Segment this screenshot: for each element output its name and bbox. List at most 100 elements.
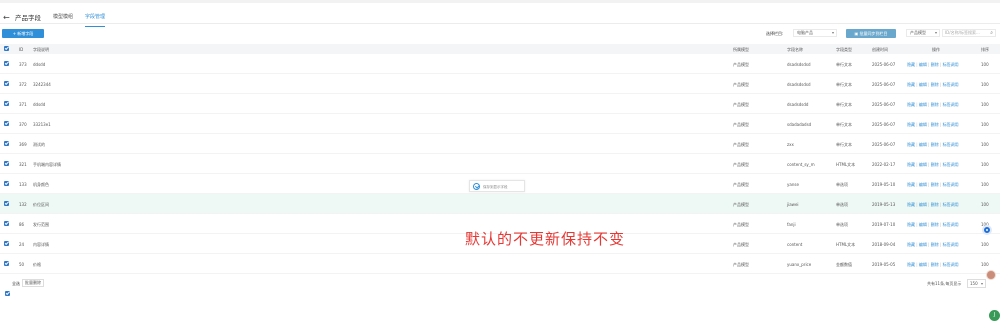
tag-call-link[interactable]: 标签调用 xyxy=(943,122,959,127)
edit-link[interactable]: 编辑 xyxy=(919,62,927,67)
hide-link[interactable]: 隐藏 xyxy=(907,62,915,67)
cell-id: 133 xyxy=(19,182,27,187)
delete-link[interactable]: 删除 xyxy=(931,222,939,227)
delete-link[interactable]: 删除 xyxy=(931,102,939,107)
delete-link[interactable]: 删除 xyxy=(931,262,939,267)
tab-model-group[interactable]: 模型模组 xyxy=(53,10,73,24)
cell-field-name: fanji xyxy=(787,222,796,227)
cell-model: 产品模型 xyxy=(733,262,749,267)
edit-link[interactable]: 编辑 xyxy=(919,122,927,127)
cell-actions: 隐藏 | 编辑 | 删除 | 标签调用 xyxy=(907,162,959,168)
batch-delete-button[interactable]: 批量删除 xyxy=(22,279,44,287)
page-size-select[interactable]: 150 ▾ xyxy=(967,279,986,288)
delete-link[interactable]: 删除 xyxy=(931,62,939,67)
cell-id: 86 xyxy=(19,222,25,227)
hide-link[interactable]: 隐藏 xyxy=(907,102,915,107)
row-checkbox[interactable] xyxy=(4,121,9,127)
row-checkbox[interactable] xyxy=(4,221,9,227)
edit-link[interactable]: 编辑 xyxy=(919,262,927,267)
hide-link[interactable]: 隐藏 xyxy=(907,202,915,207)
hide-link[interactable]: 隐藏 xyxy=(907,122,915,127)
cell-model: 产品模型 xyxy=(733,102,749,107)
cell-id: 321 xyxy=(19,162,27,167)
delete-link[interactable]: 删除 xyxy=(931,142,939,147)
tag-call-link[interactable]: 标签调用 xyxy=(943,82,959,87)
tag-call-link[interactable]: 标签调用 xyxy=(943,102,959,107)
tag-call-link[interactable]: 标签调用 xyxy=(943,162,959,167)
edit-link[interactable]: 编辑 xyxy=(919,162,927,167)
tag-call-link[interactable]: 标签调用 xyxy=(943,142,959,147)
cell-id: 372 xyxy=(19,82,27,87)
select-all-header-checkbox[interactable] xyxy=(4,46,9,52)
avatar[interactable] xyxy=(986,270,996,280)
cell-field-name: sdadadadsd xyxy=(787,122,812,127)
tab-field-management[interactable]: 字段管理 xyxy=(85,10,106,27)
model-filter-select[interactable]: 产品模型 ▾ xyxy=(906,29,940,37)
cell-id: 24 xyxy=(19,242,25,247)
hide-link[interactable]: 隐藏 xyxy=(907,142,915,147)
hide-link[interactable]: 隐藏 xyxy=(907,162,915,167)
hide-link[interactable]: 隐藏 xyxy=(907,242,915,247)
batch-sync-button[interactable]: ▣ 批量同步到栏目 xyxy=(846,29,896,38)
column-select-value: 电脑产品 xyxy=(797,30,813,35)
edit-link[interactable]: 编辑 xyxy=(919,182,927,187)
cell-id: 50 xyxy=(19,262,25,267)
row-checkbox[interactable] xyxy=(4,241,9,247)
header-created: 创建时间 xyxy=(872,47,888,52)
hide-link[interactable]: 隐藏 xyxy=(907,82,915,87)
row-checkbox[interactable] xyxy=(4,141,9,147)
edit-link[interactable]: 编辑 xyxy=(919,242,927,247)
cell-field-type: 单行文本 xyxy=(836,142,852,147)
delete-link[interactable]: 删除 xyxy=(931,162,939,167)
row-checkbox[interactable] xyxy=(4,261,9,267)
column-select[interactable]: 电脑产品 ▾ xyxy=(793,29,837,37)
row-checkbox[interactable] xyxy=(4,101,9,107)
cell-sort: 100 xyxy=(981,102,989,107)
hide-link[interactable]: 隐藏 xyxy=(907,222,915,227)
row-checkbox[interactable] xyxy=(4,161,9,167)
cell-created: 2019-05-13 xyxy=(872,202,896,207)
select-all-checkbox[interactable] xyxy=(5,281,10,300)
cell-sort: 100 xyxy=(981,162,989,167)
delete-link[interactable]: 删除 xyxy=(931,242,939,247)
edit-link[interactable]: 编辑 xyxy=(919,202,927,207)
cell-created: 2019-07-10 xyxy=(872,222,896,227)
cell-name: ddsdd xyxy=(33,102,46,107)
cell-name: 机身颜色 xyxy=(33,182,49,187)
tag-call-link[interactable]: 标签调用 xyxy=(943,182,959,187)
search-icon[interactable]: ⌕ xyxy=(990,30,993,36)
green-badge-icon[interactable]: J xyxy=(989,310,1000,321)
search-input[interactable]: ID/名称/标签搜索... ⌕ xyxy=(942,29,996,37)
row-checkbox[interactable] xyxy=(4,181,9,187)
delete-link[interactable]: 删除 xyxy=(931,202,939,207)
delete-link[interactable]: 删除 xyxy=(931,82,939,87)
arrow-left-icon[interactable]: ← xyxy=(3,13,13,22)
add-field-button[interactable]: + 新增字段 xyxy=(2,29,44,38)
cell-field-type: HTML文本 xyxy=(836,162,856,167)
hide-link[interactable]: 隐藏 xyxy=(907,182,915,187)
cell-model: 产品模型 xyxy=(733,242,749,247)
row-checkbox[interactable] xyxy=(4,61,9,67)
tag-call-link[interactable]: 标签调用 xyxy=(943,262,959,267)
cell-model: 产品模型 xyxy=(733,162,749,167)
tag-call-link[interactable]: 标签调用 xyxy=(943,222,959,227)
tag-call-link[interactable]: 标签调用 xyxy=(943,202,959,207)
table-footer: 全选 批量删除 共有11条,每页显示 150 ▾ xyxy=(0,279,1000,296)
edit-link[interactable]: 编辑 xyxy=(919,222,927,227)
row-checkbox[interactable] xyxy=(4,81,9,87)
edit-link[interactable]: 编辑 xyxy=(919,82,927,87)
tag-call-link[interactable]: 标签调用 xyxy=(943,242,959,247)
hide-link[interactable]: 隐藏 xyxy=(907,262,915,267)
edit-link[interactable]: 编辑 xyxy=(919,142,927,147)
cell-field-name: dsadsdsdsd xyxy=(787,62,811,67)
row-checkbox[interactable] xyxy=(4,201,9,207)
help-float-icon[interactable] xyxy=(982,225,992,235)
tag-call-link[interactable]: 标签调用 xyxy=(943,62,959,67)
select-all-label: 全选 xyxy=(12,281,20,286)
delete-link[interactable]: 删除 xyxy=(931,182,939,187)
delete-link[interactable]: 删除 xyxy=(931,122,939,127)
cell-sort: 100 xyxy=(981,262,989,267)
edit-link[interactable]: 编辑 xyxy=(919,102,927,107)
model-filter-value: 产品模型 xyxy=(910,30,926,35)
header-id: ID xyxy=(19,47,24,52)
